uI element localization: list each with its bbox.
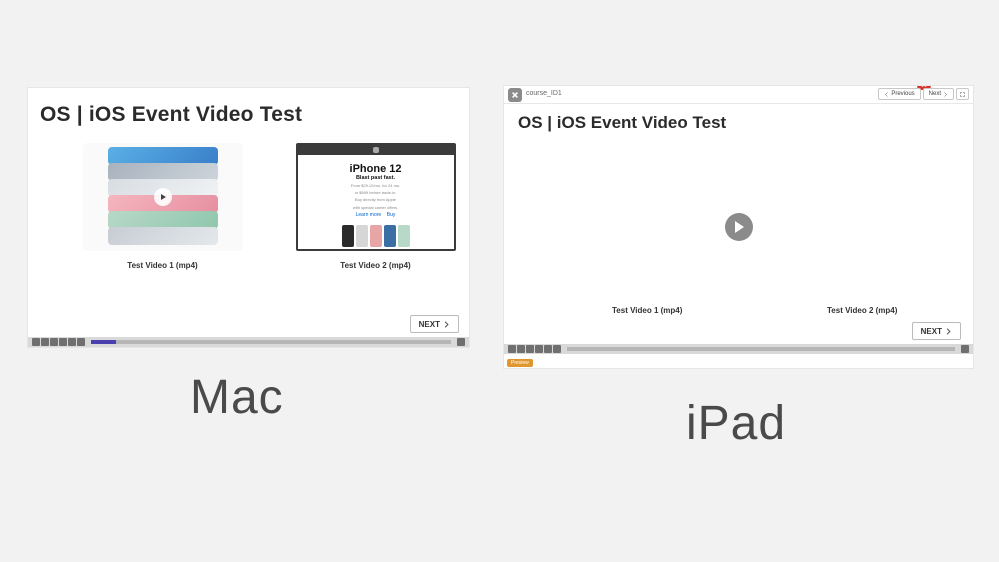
ipad-stack-illustration <box>98 147 228 247</box>
video-2-caption: Test Video 2 (mp4) <box>340 261 410 270</box>
video-1-caption: Test Video 1 (mp4) <box>127 261 197 270</box>
seekbar-controls[interactable] <box>28 338 85 346</box>
iphone-fineprint-4: with special carrier offers. <box>308 205 444 210</box>
ipad-panel: course_ID1 ●● Previous Next OS | iOS Eve… <box>503 85 974 369</box>
close-icon <box>511 91 519 99</box>
play-icon[interactable] <box>41 338 49 346</box>
buy-link: Buy <box>387 212 396 218</box>
seekbar-progress <box>91 340 116 344</box>
expand-button[interactable] <box>956 88 969 100</box>
play-button[interactable] <box>725 213 753 241</box>
iphone-lineup <box>298 225 454 247</box>
video-2-thumbnail[interactable]: iPhone 12 Blast past fast. From $29.12/m… <box>296 143 456 251</box>
ipad-label: iPad <box>686 396 786 451</box>
chevron-right-icon <box>443 321 450 328</box>
mac-panel: OS | iOS Event Video Test Test Video 1 (… <box>27 87 470 348</box>
volume-icon[interactable] <box>77 338 85 346</box>
ipad-header: course_ID1 ●● Previous Next <box>504 86 973 104</box>
fullscreen-icon[interactable] <box>457 338 465 346</box>
video-2-column: iPhone 12 Blast past fast. From $29.12/m… <box>278 143 470 288</box>
stop-icon[interactable] <box>59 338 67 346</box>
next-button-ipad[interactable]: NEXT <box>912 322 961 340</box>
seekbar-controls[interactable] <box>504 345 561 353</box>
course-id-label: course_ID1 <box>526 90 562 97</box>
next-label: NEXT <box>419 320 440 329</box>
forward-icon[interactable] <box>68 338 76 346</box>
seekbar-track[interactable] <box>91 340 451 344</box>
seekbar-track[interactable] <box>567 347 955 351</box>
iphone-fineprint-2: or $699 before trade-in. <box>308 190 444 195</box>
close-button[interactable] <box>508 88 522 102</box>
video-2-caption-ipad: Test Video 2 (mp4) <box>827 306 897 315</box>
video-1-column: Test Video 1 (mp4) <box>65 143 260 288</box>
video-1-thumbnail[interactable] <box>83 143 243 251</box>
page-title-ipad: OS | iOS Event Video Test <box>518 113 726 133</box>
iphone-headline: iPhone 12 <box>298 163 454 175</box>
page-title-mac: OS | iOS Event Video Test <box>40 103 302 127</box>
play-icon[interactable] <box>517 345 525 353</box>
preview-badge: Preview <box>507 359 533 367</box>
toolbar-next-button[interactable]: Next <box>923 88 954 100</box>
iphone-subhead: Blast past fast. <box>298 175 454 181</box>
volume-icon[interactable] <box>553 345 561 353</box>
fullscreen-icon[interactable] <box>961 345 969 353</box>
chevron-right-icon <box>943 92 948 97</box>
iphone-fineprint-1: From $29.12/mo. for 24 mo. <box>308 183 444 188</box>
browser-topbar <box>298 145 454 155</box>
expand-icon <box>960 92 965 97</box>
ipad-toolbar: Previous Next <box>878 88 969 100</box>
previous-button[interactable]: Previous <box>878 88 920 100</box>
toolbar-next-label: Next <box>929 91 941 97</box>
rewind-icon[interactable] <box>32 338 40 346</box>
iphone-fineprint-3: Buy directly from Apple <box>308 197 444 202</box>
mac-label: Mac <box>190 370 284 425</box>
next-label: NEXT <box>921 327 942 336</box>
chevron-left-icon <box>884 92 889 97</box>
iphone-links: Learn more Buy <box>298 212 454 218</box>
pause-icon[interactable] <box>50 338 58 346</box>
previous-label: Previous <box>891 91 914 97</box>
pause-icon[interactable] <box>526 345 534 353</box>
play-icon <box>154 188 172 206</box>
rewind-icon[interactable] <box>508 345 516 353</box>
next-button-mac[interactable]: NEXT <box>410 315 459 333</box>
video-1-caption-ipad: Test Video 1 (mp4) <box>612 306 682 315</box>
stop-icon[interactable] <box>535 345 543 353</box>
forward-icon[interactable] <box>544 345 552 353</box>
seekbar-ipad[interactable] <box>504 344 973 354</box>
learn-more-link: Learn more <box>356 212 382 218</box>
chevron-right-icon <box>945 328 952 335</box>
seekbar-mac[interactable] <box>28 337 469 347</box>
